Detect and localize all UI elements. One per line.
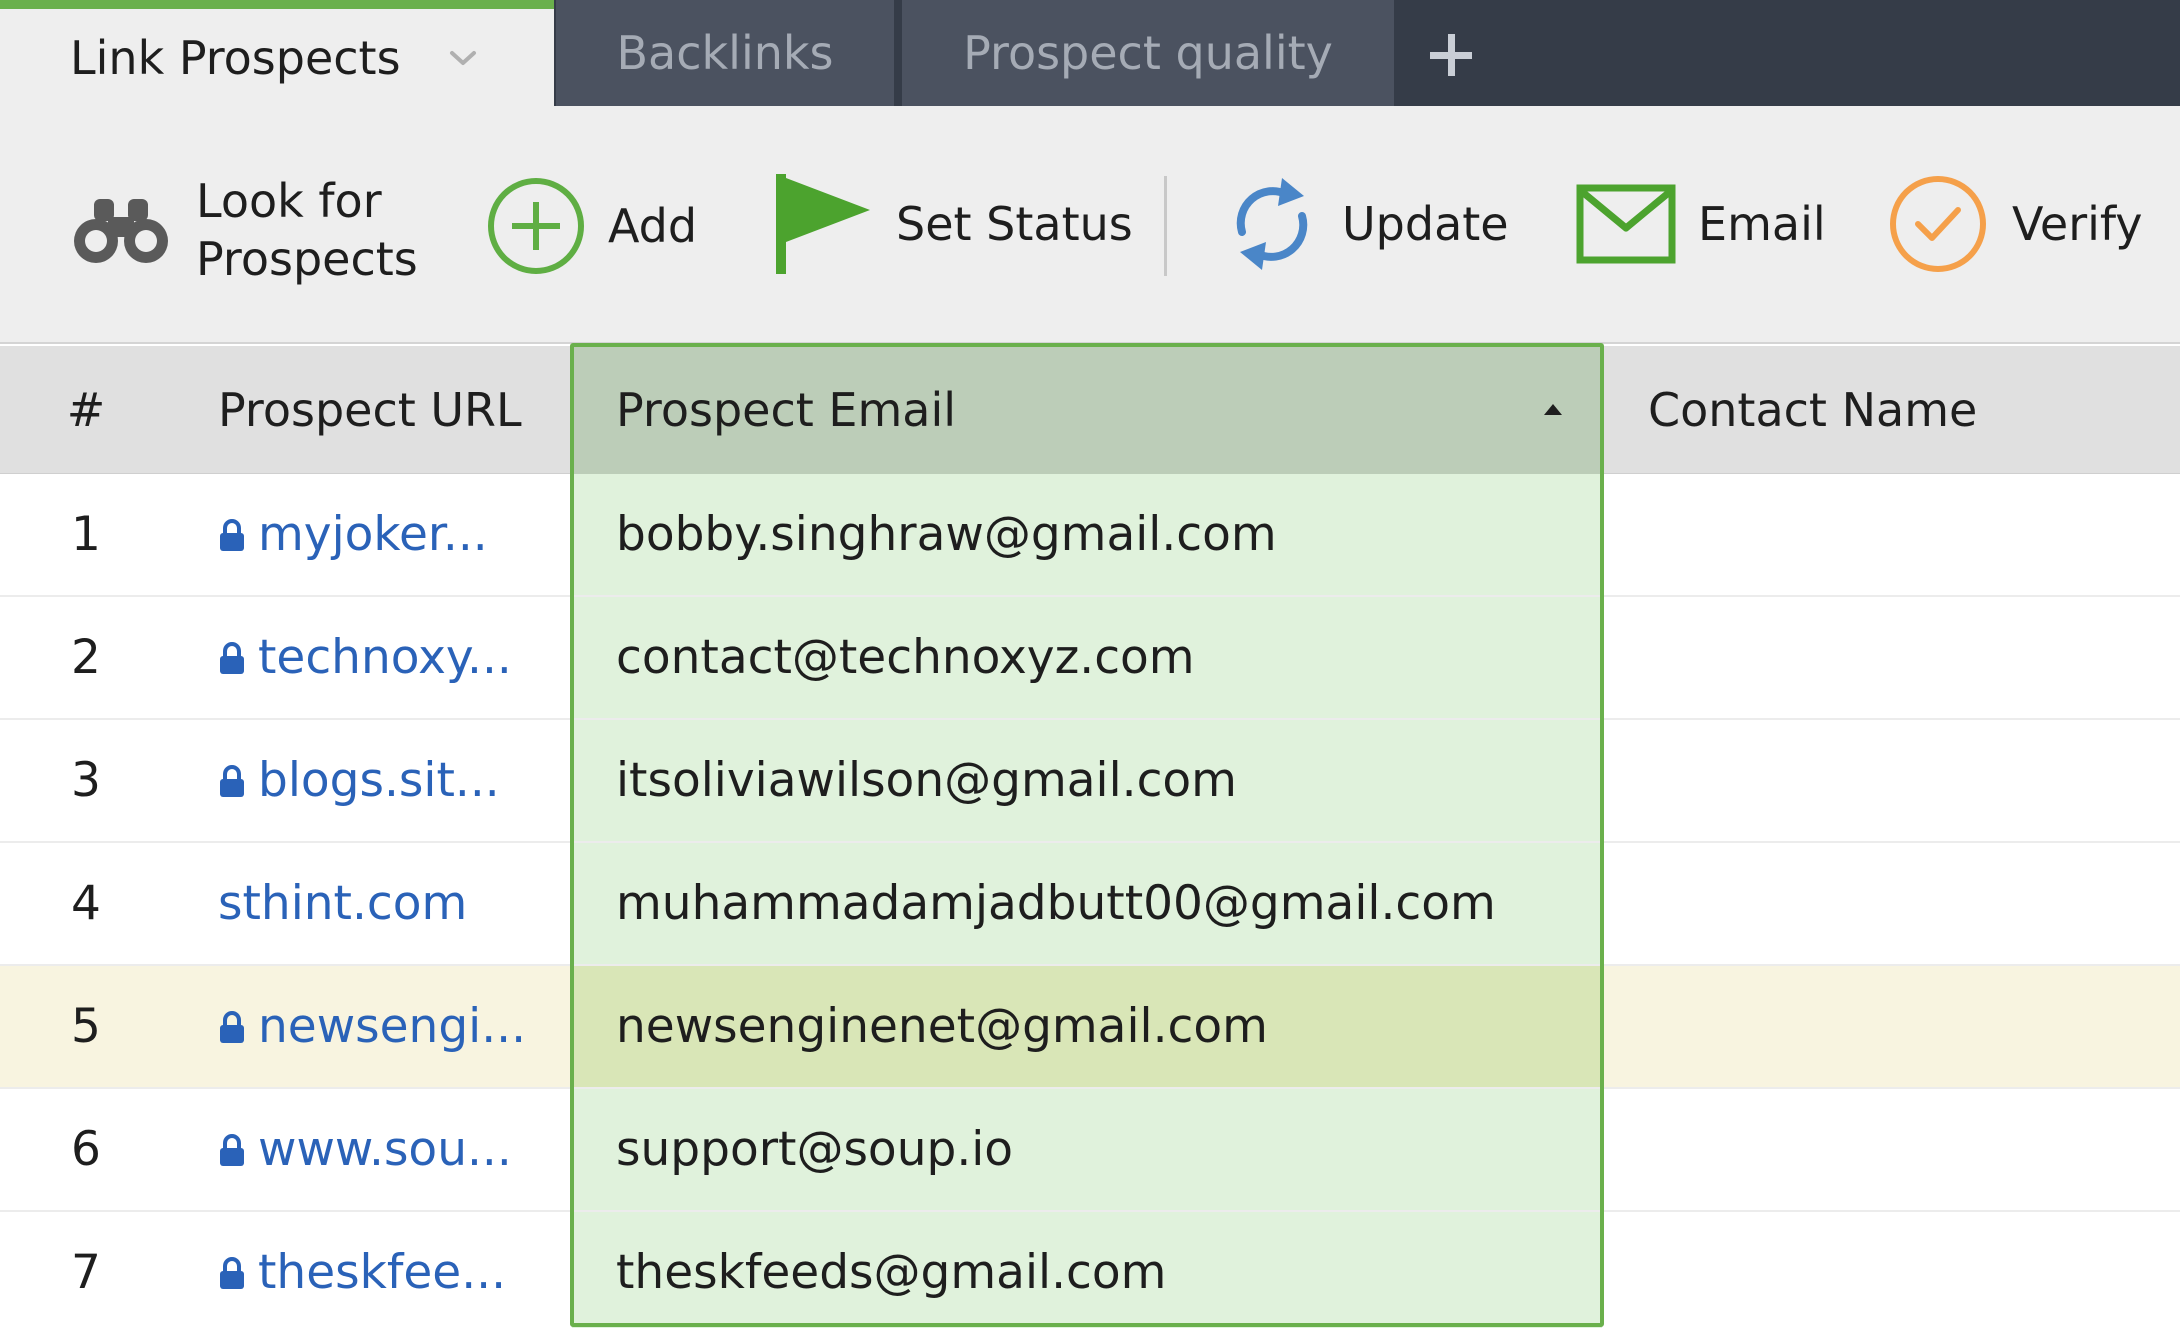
prospect-url-link[interactable]: technoxy... bbox=[258, 630, 512, 685]
table-row[interactable]: 6 www.sou... support@soup.io bbox=[0, 1089, 2180, 1212]
prospect-url-cell[interactable]: blogs.sit... bbox=[218, 720, 500, 841]
toolbar: Look for Prospects Add Set Status Update bbox=[0, 106, 2180, 344]
add-circle-icon bbox=[488, 178, 584, 274]
table-row[interactable]: 4 sthint.com muhammadamjadbutt00@gmail.c… bbox=[0, 843, 2180, 966]
tab-link-prospects[interactable]: Link Prospects bbox=[0, 0, 554, 106]
email-button[interactable]: Email bbox=[1576, 184, 1826, 264]
header-label: Contact Name bbox=[1648, 383, 1978, 437]
prospect-url-link[interactable]: www.sou... bbox=[258, 1122, 512, 1177]
label-line-1: Look for bbox=[196, 174, 382, 228]
refresh-icon bbox=[1236, 178, 1308, 270]
lock-icon bbox=[220, 1133, 244, 1166]
look-for-prospects-label: Look for Prospects bbox=[196, 172, 436, 288]
lock-icon bbox=[220, 1256, 244, 1289]
lock-icon bbox=[220, 518, 244, 551]
update-button[interactable]: Update bbox=[1228, 174, 1509, 274]
label-line-2: Prospects bbox=[196, 232, 418, 286]
tab-bar: Link Prospects Backlinks Prospect qualit… bbox=[0, 0, 2180, 106]
prospect-url-link[interactable]: sthint.com bbox=[218, 876, 467, 931]
prospect-url-link[interactable]: blogs.sit... bbox=[258, 753, 500, 808]
table-row[interactable]: 2 technoxy... contact@technoxyz.com bbox=[0, 597, 2180, 720]
prospect-email-cell[interactable]: newsenginenet@gmail.com bbox=[572, 966, 1602, 1087]
prospect-email-cell[interactable]: itsoliviawilson@gmail.com bbox=[572, 720, 1602, 841]
lock-icon bbox=[220, 1010, 244, 1043]
sort-ascending-icon bbox=[1544, 404, 1562, 415]
envelope-icon bbox=[1576, 184, 1676, 264]
row-number: 2 bbox=[71, 630, 101, 685]
prospect-url-link[interactable]: newsengi... bbox=[258, 999, 526, 1054]
prospect-email-cell[interactable]: contact@technoxyz.com bbox=[572, 597, 1602, 718]
header-label: Prospect Email bbox=[616, 383, 957, 437]
row-number: 4 bbox=[71, 876, 101, 931]
column-header-prospect-email[interactable]: Prospect Email bbox=[572, 346, 1602, 474]
prospect-email-cell[interactable]: bobby.singhraw@gmail.com bbox=[572, 474, 1602, 595]
prospects-table: # Prospect URL Prospect Email Contact Na… bbox=[0, 346, 2180, 1328]
prospect-url-cell[interactable]: technoxy... bbox=[218, 597, 512, 718]
verify-button[interactable]: Verify bbox=[1888, 174, 2143, 274]
check-circle-icon bbox=[1890, 176, 1986, 272]
row-number: 3 bbox=[71, 753, 101, 808]
row-number: 5 bbox=[71, 999, 101, 1054]
add-label: Add bbox=[608, 199, 698, 253]
table-row-selected[interactable]: 5 newsengi... newsenginenet@gmail.com bbox=[0, 966, 2180, 1089]
update-label: Update bbox=[1342, 197, 1509, 251]
column-header-prospect-url[interactable]: Prospect URL bbox=[218, 346, 522, 474]
flag-icon bbox=[776, 174, 870, 274]
plus-icon[interactable] bbox=[1420, 24, 1482, 86]
prospect-email-cell[interactable]: support@soup.io bbox=[572, 1089, 1602, 1210]
prospect-url-cell[interactable]: newsengi... bbox=[218, 966, 526, 1087]
row-number: 7 bbox=[71, 1245, 101, 1300]
set-status-button[interactable]: Set Status bbox=[772, 174, 1133, 274]
prospect-url-cell[interactable]: www.sou... bbox=[218, 1089, 512, 1210]
table-header: # Prospect URL Prospect Email Contact Na… bbox=[0, 346, 2180, 474]
prospect-email-cell[interactable]: muhammadamjadbutt00@gmail.com bbox=[572, 843, 1602, 964]
lock-icon bbox=[220, 641, 244, 674]
look-for-prospects-button[interactable]: Look for Prospects bbox=[72, 172, 436, 288]
tab-label: Backlinks bbox=[616, 26, 834, 80]
row-number: 6 bbox=[71, 1122, 101, 1177]
add-button[interactable]: Add bbox=[486, 176, 697, 276]
chevron-down-icon[interactable] bbox=[440, 35, 486, 81]
header-label: Prospect URL bbox=[218, 383, 522, 437]
toolbar-divider bbox=[1164, 176, 1167, 276]
prospect-url-cell[interactable]: myjoker... bbox=[218, 474, 488, 595]
tab-label: Link Prospects bbox=[70, 30, 401, 85]
prospect-url-link[interactable]: myjoker... bbox=[258, 507, 488, 562]
binoculars-icon bbox=[74, 199, 168, 263]
tab-backlinks[interactable]: Backlinks bbox=[556, 0, 894, 106]
prospect-url-link[interactable]: theskfee... bbox=[258, 1245, 506, 1300]
table-row[interactable]: 1 myjoker... bobby.singhraw@gmail.com bbox=[0, 474, 2180, 597]
header-label: # bbox=[66, 383, 106, 437]
email-label: Email bbox=[1698, 197, 1826, 251]
prospect-url-cell[interactable]: sthint.com bbox=[218, 843, 467, 964]
prospect-url-cell[interactable]: theskfee... bbox=[218, 1212, 506, 1328]
tab-label: Prospect quality bbox=[963, 26, 1333, 80]
table-row[interactable]: 3 blogs.sit... itsoliviawilson@gmail.com bbox=[0, 720, 2180, 843]
tab-prospect-quality[interactable]: Prospect quality bbox=[902, 0, 1394, 106]
table-row[interactable]: 7 theskfee... theskfeeds@gmail.com bbox=[0, 1212, 2180, 1328]
prospect-email-cell[interactable]: theskfeeds@gmail.com bbox=[572, 1212, 1602, 1328]
column-header-contact-name[interactable]: Contact Name bbox=[1648, 346, 1977, 474]
lock-icon bbox=[220, 764, 244, 797]
verify-label: Verify bbox=[2012, 197, 2143, 251]
set-status-label: Set Status bbox=[896, 197, 1133, 251]
row-number: 1 bbox=[71, 507, 101, 562]
column-header-number[interactable]: # bbox=[0, 346, 172, 474]
